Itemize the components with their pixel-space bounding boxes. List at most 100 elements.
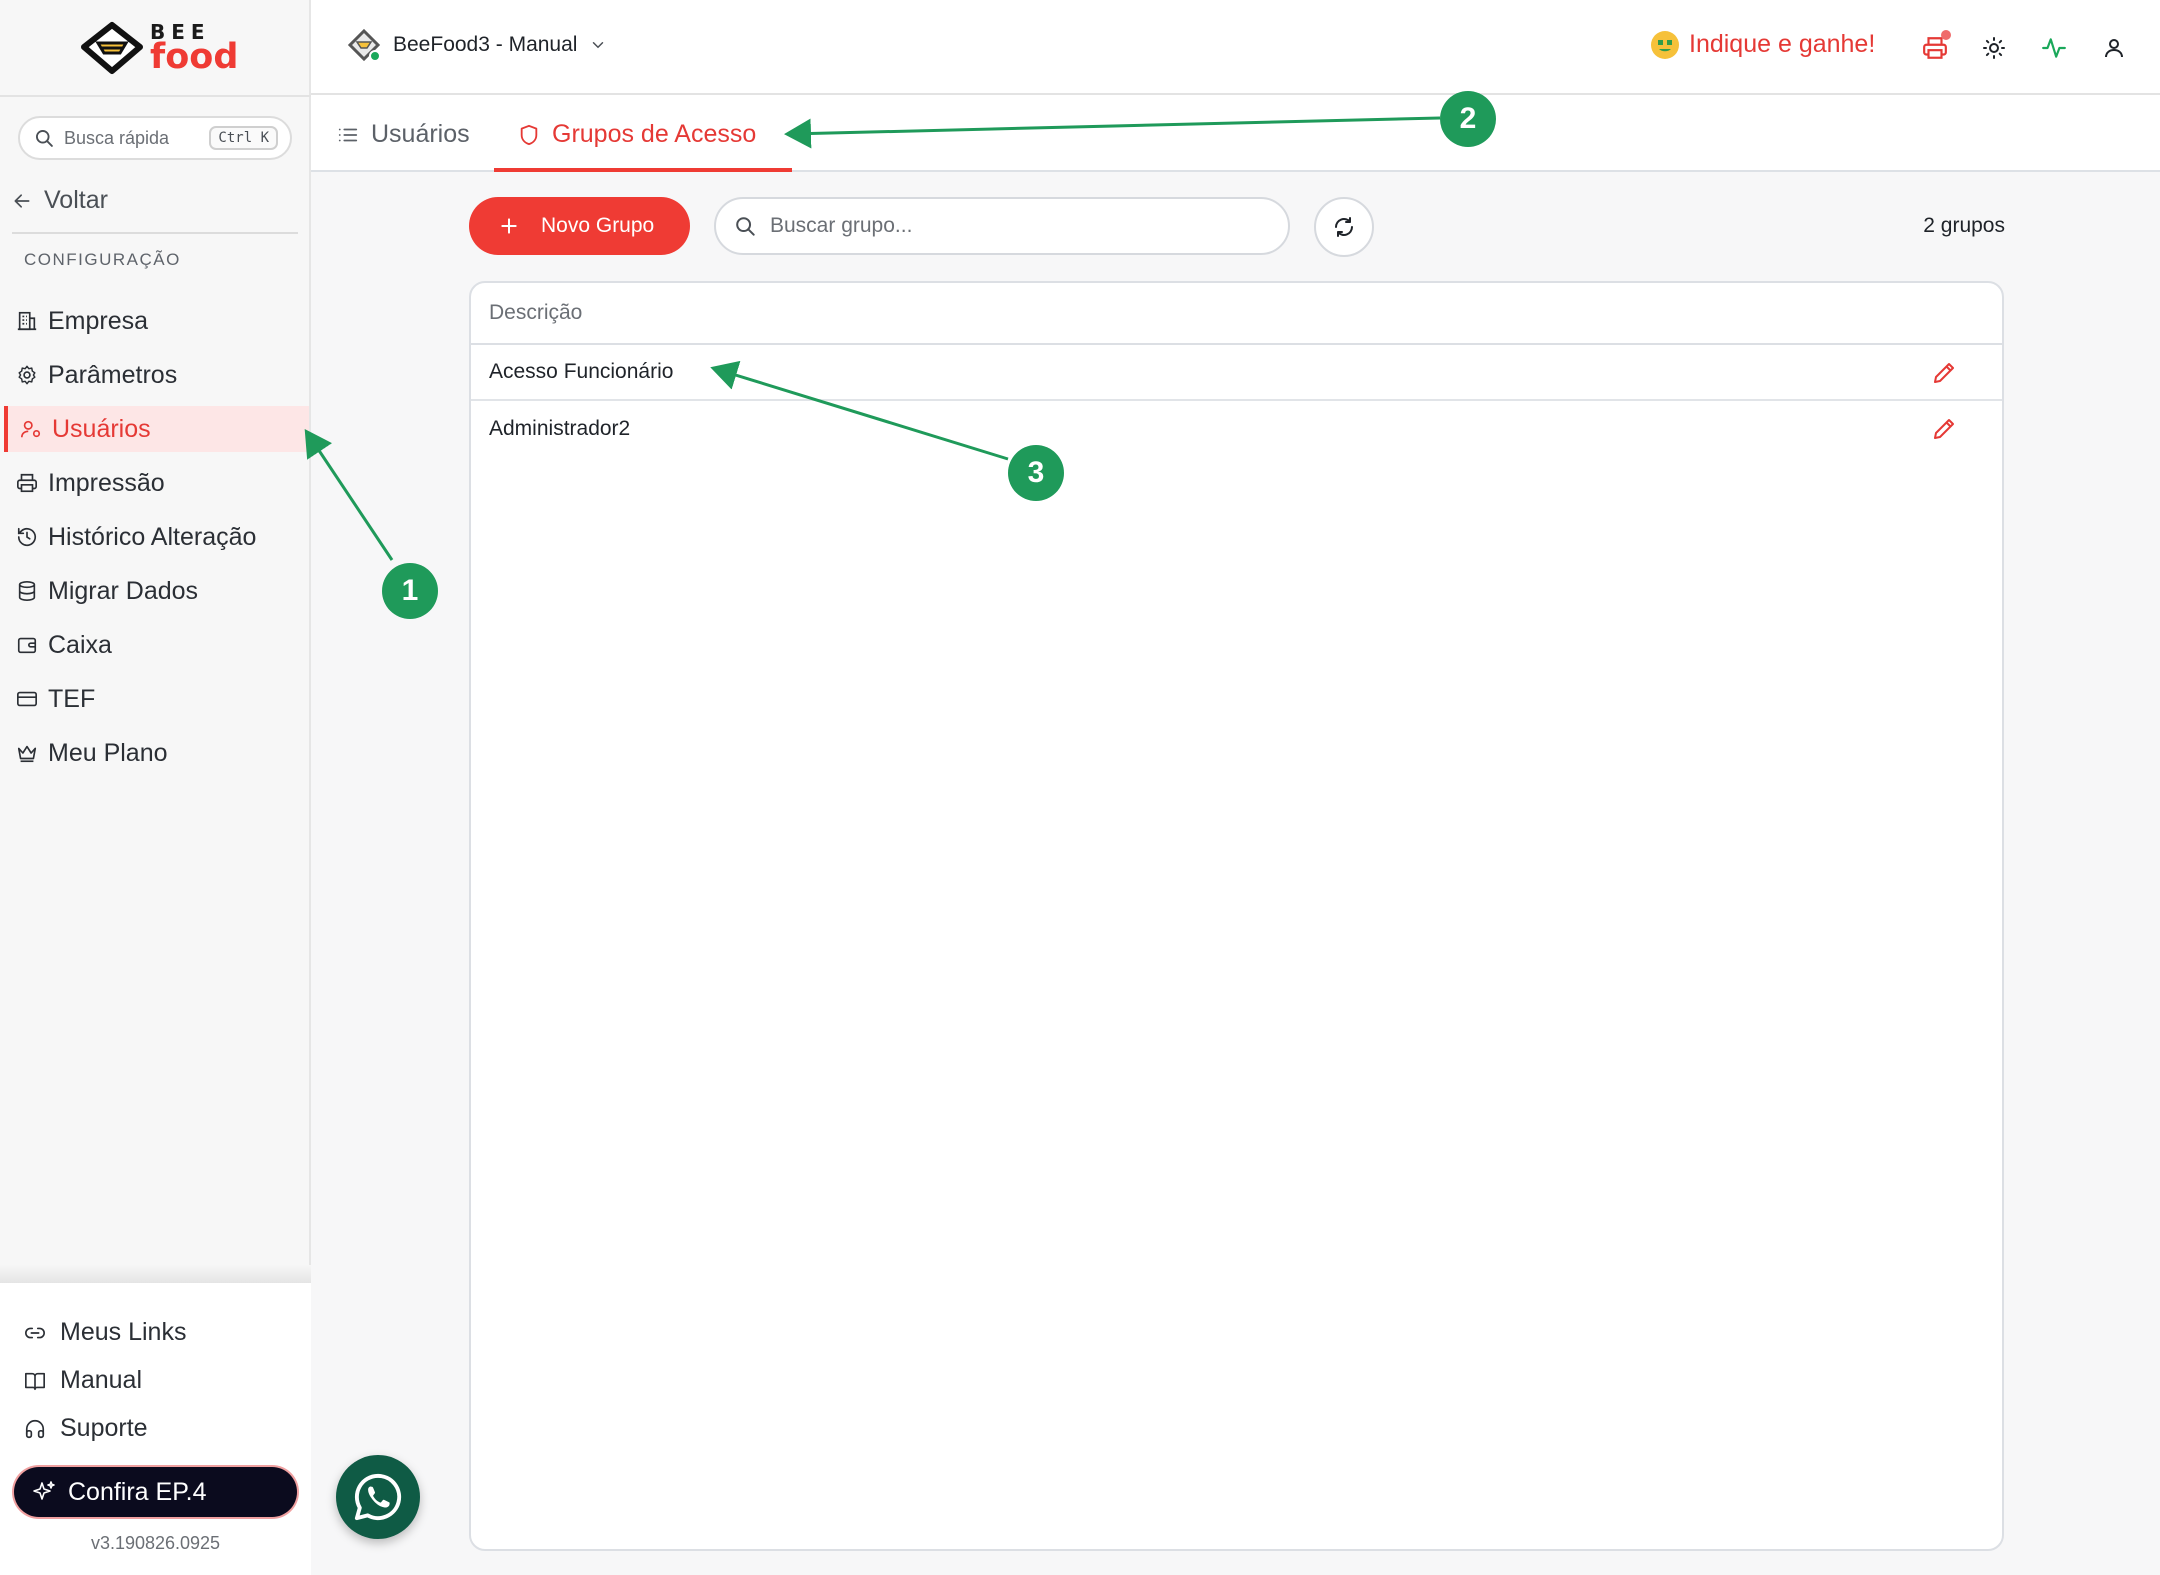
pencil-icon [1934, 363, 1954, 383]
edit-button[interactable] [1930, 359, 1958, 387]
link-icon [25, 1327, 45, 1338]
confira-label: Confira EP.4 [68, 1477, 207, 1506]
sun-icon [1983, 37, 2005, 59]
wallet-icon [14, 632, 40, 658]
activity-icon [2042, 38, 2066, 58]
printer-icon [14, 470, 40, 496]
history-icon [14, 524, 40, 550]
table-row[interactable]: Acesso Funcionário [471, 345, 2002, 401]
group-count: 2 grupos [1923, 214, 2005, 237]
annotation-badge-3: 3 [1008, 445, 1064, 501]
new-group-label: Novo Grupo [541, 214, 655, 237]
sparkles-icon [33, 1481, 55, 1500]
annotation-badge-2: 2 [1440, 91, 1496, 147]
search-icon [36, 130, 53, 147]
edit-button[interactable] [1930, 415, 1958, 443]
group-search [714, 197, 1290, 255]
crown-icon [14, 740, 40, 766]
user-icon [2105, 39, 2123, 58]
database-icon [14, 578, 40, 604]
group-name: Acesso Funcionário [489, 360, 674, 383]
search-icon [736, 217, 755, 236]
sidebar-item-label: Impressão [48, 468, 165, 497]
logo-text-bottom: food [150, 36, 239, 77]
gear-icon [14, 362, 40, 388]
whatsapp-icon [354, 1473, 402, 1521]
beefood-logo[interactable]: BEE food [80, 20, 238, 76]
sidebar-item-meu-plano[interactable]: Meu Plano [0, 730, 309, 776]
groups-table: Descrição Acesso Funcionário Administrad… [469, 281, 2004, 1551]
back-label: Voltar [44, 186, 108, 214]
sidebar-item-impressao[interactable]: Impressão [0, 460, 309, 506]
sidebar-item-historico[interactable]: Histórico Alteração [0, 514, 309, 560]
group-search-input[interactable] [770, 214, 1230, 238]
user-profile-button[interactable] [2098, 32, 2130, 64]
top-bar: BeeFood3 - Manual Indique e ganhe! [311, 0, 2160, 95]
suporte-label: Suporte [60, 1414, 148, 1442]
printer-status-button[interactable] [1919, 30, 1951, 64]
manual-link[interactable]: Manual [24, 1366, 142, 1395]
store-selector[interactable]: BeeFood3 - Manual [347, 28, 607, 62]
tab-label: Usuários [371, 120, 470, 148]
theme-toggle-button[interactable] [1978, 32, 2010, 64]
sidebar-item-empresa[interactable]: Empresa [0, 298, 309, 344]
book-icon [25, 1372, 45, 1390]
pencil-icon [1934, 419, 1954, 439]
sidebar-item-label: Empresa [48, 306, 149, 335]
divider [12, 232, 298, 234]
sidebar-item-label: Meu Plano [48, 738, 168, 767]
back-link[interactable]: Voltar [12, 186, 108, 215]
building-icon [14, 308, 40, 334]
quick-search[interactable]: Busca rápida Ctrl K [18, 116, 292, 160]
tab-grupos-de-acesso[interactable]: Grupos de Acesso [518, 97, 756, 172]
sidebar-item-caixa[interactable]: Caixa [0, 622, 309, 668]
list-icon [338, 128, 358, 141]
headphones-icon [25, 1419, 45, 1438]
sidebar-item-label: Histórico Alteração [48, 522, 257, 551]
settings-menu: Empresa Parâmetros Usuários Impressão Hi… [0, 298, 309, 784]
refresh-icon [1335, 217, 1353, 237]
section-label: CONFIGURAÇÃO [24, 250, 181, 269]
sidebar-item-label: Migrar Dados [48, 576, 199, 605]
app-version: v3.190826.0925 [90, 1533, 221, 1553]
credit-card-icon [14, 686, 40, 712]
sidebar-item-label: Caixa [48, 630, 112, 659]
suporte-link[interactable]: Suporte [24, 1414, 148, 1443]
shortcut-badge: Ctrl K [209, 126, 278, 150]
sidebar-item-label: TEF [48, 684, 96, 713]
meus-links-link[interactable]: Meus Links [24, 1318, 186, 1347]
new-group-button[interactable]: Novo Grupo [469, 197, 690, 255]
sidebar-item-label: Usuários [52, 414, 151, 443]
manual-label: Manual [60, 1366, 142, 1394]
sidebar-item-label: Parâmetros [48, 360, 178, 389]
arrow-left-icon [14, 193, 30, 208]
group-name: Administrador2 [489, 417, 631, 440]
activity-button[interactable] [2038, 32, 2070, 64]
whatsapp-button[interactable] [336, 1455, 420, 1539]
plus-icon [501, 218, 517, 234]
users-icon [18, 416, 44, 442]
money-face-emoji-icon [1651, 30, 1679, 59]
refresh-button[interactable] [1314, 197, 1374, 257]
sidebar-item-parametros[interactable]: Parâmetros [0, 352, 309, 398]
quick-search-label: Busca rápida [64, 127, 170, 148]
sidebar-item-tef[interactable]: TEF [0, 676, 309, 722]
column-header-descricao: Descrição [489, 301, 583, 324]
notification-dot [1941, 30, 1951, 40]
store-name: BeeFood3 - Manual [393, 33, 578, 56]
bee-logo-icon [81, 22, 143, 74]
store-icon [347, 28, 381, 62]
meus-links-label: Meus Links [60, 1318, 187, 1346]
tab-usuarios[interactable]: Usuários [337, 97, 470, 172]
confira-ep4-button[interactable]: Confira EP.4 [14, 1467, 297, 1517]
tab-bar: Usuários Grupos de Acesso [311, 97, 2160, 172]
sidebar-item-usuarios[interactable]: Usuários [4, 406, 309, 452]
sidebar-item-migrar-dados[interactable]: Migrar Dados [0, 568, 309, 614]
referral-label: Indique e ganhe! [1689, 30, 1876, 58]
bottom-divider [0, 1265, 311, 1285]
referral-link[interactable]: Indique e ganhe! [1651, 30, 1875, 59]
table-row[interactable]: Administrador2 [471, 401, 2002, 457]
sidebar: BEE food Busca rápida Ctrl K Voltar CONF… [0, 0, 311, 1575]
annotation-badge-1: 1 [382, 563, 438, 619]
sidebar-divider [0, 95, 311, 97]
